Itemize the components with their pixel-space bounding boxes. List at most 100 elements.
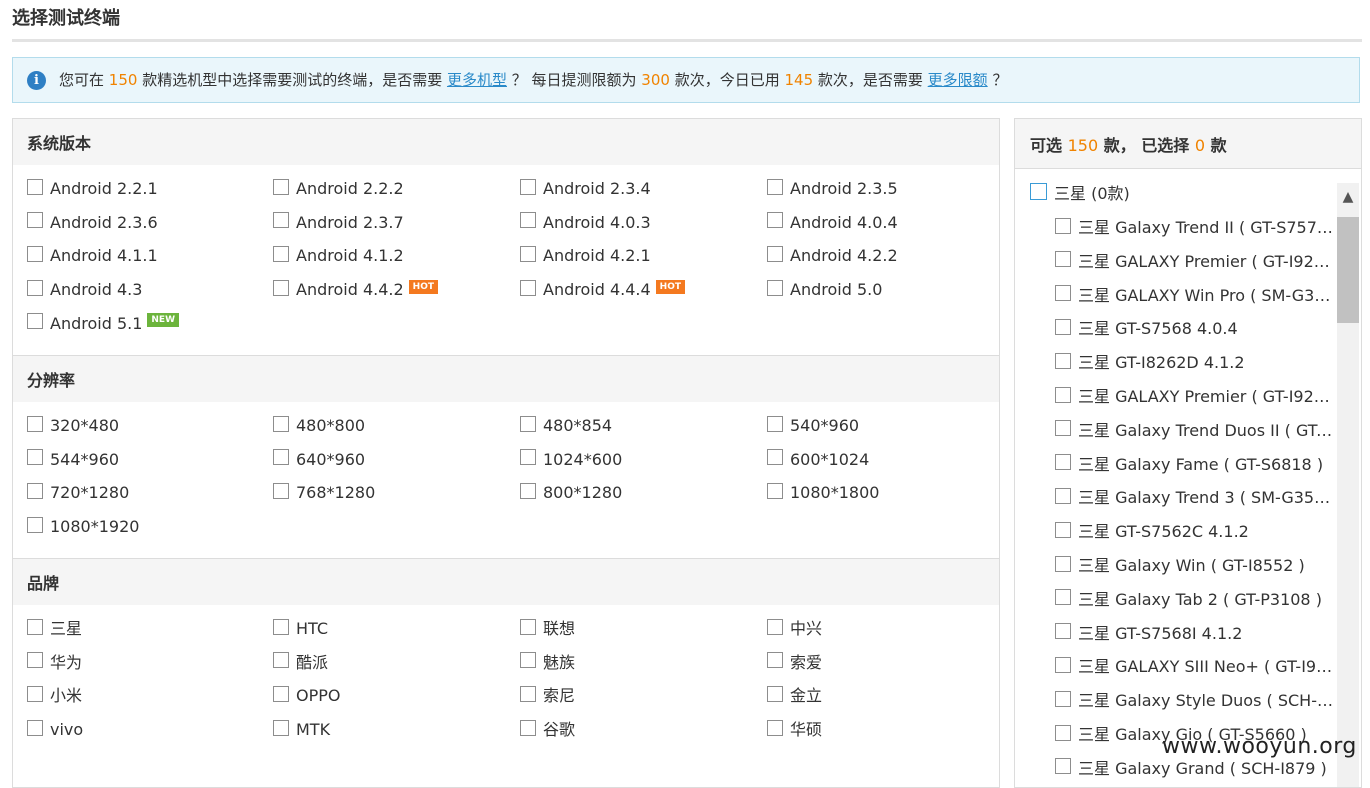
checkbox[interactable] <box>1055 521 1071 538</box>
os-version-option[interactable]: Android 4.0.4 <box>767 210 898 236</box>
checkbox[interactable] <box>520 685 536 702</box>
checkbox[interactable] <box>1055 589 1071 606</box>
model-item[interactable]: 三星 GT-S7562C 4.1.2 <box>1055 519 1337 545</box>
checkbox[interactable] <box>1055 352 1071 369</box>
checkbox[interactable] <box>767 652 783 669</box>
os-version-option[interactable]: Android 4.2.2 <box>767 243 898 269</box>
checkbox[interactable] <box>767 415 783 432</box>
os-version-option[interactable]: Android 4.1.2 <box>273 243 404 269</box>
checkbox[interactable] <box>520 719 536 736</box>
model-item[interactable]: 三星 GT-S7568 4.0.4 <box>1055 316 1337 342</box>
model-item[interactable]: 三星 Galaxy Trend Duos II ( GT-S7572 ) <box>1055 418 1337 444</box>
more-quota-link[interactable]: 更多限额 <box>928 71 988 89</box>
checkbox[interactable] <box>767 685 783 702</box>
model-item[interactable]: 三星 Galaxy Style Duos ( SCH-I829 ) <box>1055 688 1337 714</box>
checkbox[interactable] <box>1055 420 1071 437</box>
os-version-option[interactable]: Android 4.0.3 <box>520 210 651 236</box>
checkbox[interactable] <box>1055 724 1071 741</box>
checkbox[interactable] <box>767 618 783 635</box>
checkbox[interactable] <box>520 482 536 499</box>
os-version-option[interactable]: Android 2.3.4 <box>520 176 651 202</box>
checkbox[interactable] <box>27 279 43 296</box>
checkbox[interactable] <box>27 719 43 736</box>
checkbox[interactable] <box>1055 555 1071 572</box>
checkbox[interactable] <box>273 279 289 296</box>
model-item[interactable]: 三星 Galaxy Win ( GT-I8552 ) <box>1055 553 1337 579</box>
checkbox[interactable] <box>27 212 43 229</box>
os-version-option[interactable]: Android 5.0 <box>767 277 882 303</box>
checkbox[interactable] <box>767 719 783 736</box>
brand-option[interactable]: vivo <box>27 717 83 743</box>
checkbox[interactable] <box>767 178 783 195</box>
brand-option[interactable]: 小米 <box>27 683 82 709</box>
brand-option[interactable]: 华硕 <box>767 717 822 743</box>
checkbox[interactable] <box>27 449 43 466</box>
os-version-option[interactable]: Android 5.1 NEW <box>27 311 179 337</box>
model-item[interactable]: 三星 Galaxy Fame ( GT-S6818 ) <box>1055 452 1337 478</box>
brand-option[interactable]: 酷派 <box>273 650 328 676</box>
os-version-option[interactable]: Android 4.3 <box>27 277 142 303</box>
checkbox[interactable] <box>767 212 783 229</box>
checkbox[interactable] <box>27 516 43 533</box>
os-version-option[interactable]: Android 2.3.7 <box>273 210 404 236</box>
os-version-option[interactable]: Android 4.2.1 <box>520 243 651 269</box>
scroll-thumb[interactable] <box>1337 217 1359 323</box>
os-version-option[interactable]: Android 2.3.6 <box>27 210 158 236</box>
brand-option[interactable]: 谷歌 <box>520 717 575 743</box>
checkbox[interactable] <box>273 652 289 669</box>
checkbox[interactable] <box>273 685 289 702</box>
checkbox[interactable] <box>273 212 289 229</box>
model-item[interactable]: 三星 Galaxy Trend 3 ( SM-G3502 ) <box>1055 485 1337 511</box>
brand-option[interactable]: 华为 <box>27 650 82 676</box>
checkbox[interactable] <box>1055 386 1071 403</box>
checkbox[interactable] <box>1055 487 1071 504</box>
resolution-option[interactable]: 540*960 <box>767 413 859 439</box>
resolution-option[interactable]: 1080*1920 <box>27 514 139 540</box>
model-item[interactable]: 三星 GALAXY Premier ( GT-I9260 ) <box>1055 249 1337 275</box>
os-version-option[interactable]: Android 2.2.2 <box>273 176 404 202</box>
checkbox[interactable] <box>27 618 43 635</box>
checkbox[interactable] <box>520 449 536 466</box>
resolution-option[interactable]: 768*1280 <box>273 480 375 506</box>
checkbox[interactable] <box>1055 656 1071 673</box>
checkbox[interactable] <box>1030 183 1047 200</box>
checkbox[interactable] <box>520 415 536 432</box>
os-version-option[interactable]: Android 4.4.2 HOT <box>273 277 438 303</box>
checkbox[interactable] <box>273 482 289 499</box>
os-version-option[interactable]: Android 2.2.1 <box>27 176 158 202</box>
brand-option[interactable]: OPPO <box>273 683 340 709</box>
brand-option[interactable]: 索尼 <box>520 683 575 709</box>
checkbox[interactable] <box>27 685 43 702</box>
model-item[interactable]: 三星 GALAXY SIII Neo+ ( GT-I9308I ) <box>1055 654 1337 680</box>
checkbox[interactable] <box>1055 285 1071 302</box>
model-item[interactable]: 三星 Galaxy Trend II ( GT-S7572 ) <box>1055 215 1337 241</box>
brand-option[interactable]: 中兴 <box>767 616 822 642</box>
resolution-option[interactable]: 320*480 <box>27 413 119 439</box>
checkbox[interactable] <box>767 482 783 499</box>
checkbox[interactable] <box>767 449 783 466</box>
resolution-option[interactable]: 1080*1800 <box>767 480 879 506</box>
brand-group-samsung[interactable]: 三星 (0款) <box>1030 181 1130 207</box>
checkbox[interactable] <box>520 279 536 296</box>
checkbox[interactable] <box>1055 690 1071 707</box>
model-item[interactable]: 三星 GT-I8262D 4.1.2 <box>1055 350 1337 376</box>
checkbox[interactable] <box>767 245 783 262</box>
checkbox[interactable] <box>273 245 289 262</box>
checkbox[interactable] <box>1055 217 1071 234</box>
model-item[interactable]: 三星 GALAXY Win Pro ( SM-G3819 ) <box>1055 283 1337 309</box>
checkbox[interactable] <box>520 652 536 669</box>
resolution-option[interactable]: 640*960 <box>273 447 365 473</box>
checkbox[interactable] <box>273 449 289 466</box>
resolution-option[interactable]: 480*800 <box>273 413 365 439</box>
checkbox[interactable] <box>273 415 289 432</box>
brand-option[interactable]: 联想 <box>520 616 575 642</box>
checkbox[interactable] <box>520 245 536 262</box>
checkbox[interactable] <box>520 618 536 635</box>
model-item[interactable]: 三星 GT-S7568I 4.1.2 <box>1055 621 1337 647</box>
more-models-link[interactable]: 更多机型 <box>447 71 507 89</box>
checkbox[interactable] <box>27 652 43 669</box>
scrollbar[interactable]: ▲ <box>1337 183 1359 787</box>
checkbox[interactable] <box>1055 758 1071 775</box>
checkbox[interactable] <box>1055 318 1071 335</box>
brand-option[interactable]: HTC <box>273 616 328 642</box>
